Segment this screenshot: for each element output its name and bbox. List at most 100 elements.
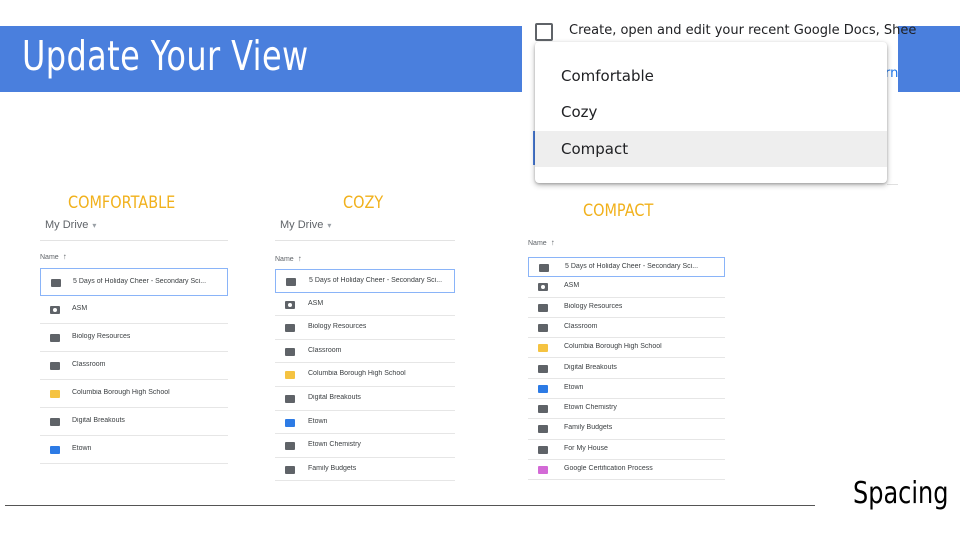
list-item[interactable]: Family Budgets [275,458,455,482]
shared-folder-icon [50,306,60,314]
list-item[interactable]: Columbia Borough High School [275,363,455,387]
comfortable-label: COMFORTABLE [68,193,176,213]
folder-icon [538,384,548,393]
folder-icon [50,446,60,454]
density-option-cozy[interactable]: Cozy [535,94,887,130]
shared-folder-icon [538,283,548,292]
list-item-name: Biology Resources [564,302,623,310]
list-item[interactable]: Family Budgets [528,419,725,440]
list-item-name: ASM [72,305,88,312]
list-item-name: Digital Breakouts [564,363,617,371]
density-option-compact[interactable]: Compact [535,131,887,167]
title-banner: Update Your View [0,26,522,92]
folder-icon [285,442,295,451]
list-item[interactable]: Biology Resources [40,324,228,352]
shared-folder-icon [285,300,295,309]
learn-more-link[interactable]: rn [885,66,898,81]
list-item[interactable]: Classroom [40,352,228,380]
list-item[interactable]: Biology Resources [528,298,725,318]
list-item[interactable]: ASM [40,296,228,324]
folder-icon [50,362,60,370]
folder-icon [285,418,295,427]
list-item-name: Etown [564,383,584,391]
folder-icon [50,418,60,426]
list-item[interactable]: Google Certification Process [528,460,725,481]
list-item[interactable]: Digital Breakouts [528,359,725,379]
folder-icon [285,371,295,380]
offline-setting-row: Create, open and edit your recent Google… [535,23,916,43]
folder-icon [286,278,296,286]
folder-icon [539,264,549,272]
cozy-name-column-header[interactable]: Name ↑ [275,254,302,263]
list-item-name: Etown [72,445,92,452]
list-item-name: ASM [564,282,580,290]
list-item[interactable]: 5 Days of Holiday Cheer - Secondary Sci.… [528,257,725,278]
list-item-name: Columbia Borough High School [564,343,662,351]
list-item-name: Family Budgets [564,424,613,432]
list-item[interactable]: Columbia Borough High School [40,380,228,408]
chevron-down-icon: ▾ [327,221,332,230]
settings-divider [887,184,898,185]
list-item-name: Etown Chemistry [564,404,617,412]
list-item[interactable]: 5 Days of Holiday Cheer - Secondary Sci.… [275,269,455,293]
comfortable-name-column-header[interactable]: Name ↑ [40,252,67,261]
folder-icon [538,445,548,454]
comfortable-my-drive[interactable]: My Drive ▾ [45,219,96,231]
list-item[interactable]: Etown Chemistry [528,399,725,420]
list-item-name: Etown Chemistry [308,441,361,449]
footer-rule [5,505,815,506]
list-item[interactable]: Columbia Borough High School [528,338,725,359]
list-item[interactable]: Digital Breakouts [40,408,228,436]
list-item-name: 5 Days of Holiday Cheer - Secondary Sci.… [565,263,699,270]
list-item[interactable]: Etown Chemistry [275,434,455,458]
list-item[interactable]: ASM [275,293,455,317]
sort-arrow-icon: ↑ [62,252,67,261]
cozy-header-divider [275,240,455,241]
cozy-my-drive[interactable]: My Drive ▾ [280,219,331,231]
list-item[interactable]: Classroom [275,340,455,364]
list-item-name: Biology Resources [308,323,367,331]
list-item[interactable]: Biology Resources [275,316,455,340]
list-item-name: Classroom [308,346,342,354]
sort-arrow-icon: ↑ [297,254,302,263]
density-menu: Comfortable Cozy Compact [535,42,887,183]
list-item-name: Family Budgets [308,464,357,472]
name-header-label: Name [275,256,294,263]
offline-setting-text: Create, open and edit your recent Google… [569,23,917,38]
list-item[interactable]: For My House [528,440,725,460]
folder-icon [538,364,548,373]
list-item-name: Google Certification Process [564,465,653,472]
list-item[interactable]: Etown [528,379,725,400]
folder-icon [285,465,295,474]
list-item-name: 5 Days of Holiday Cheer - Secondary Sci.… [73,278,207,285]
folder-icon [285,395,295,403]
list-item[interactable]: Etown [40,436,228,464]
folder-icon [538,344,548,353]
compact-label: COMPACT [583,201,654,221]
list-item[interactable]: Classroom [528,318,725,339]
list-item[interactable]: 5 Days of Holiday Cheer - Secondary Sci.… [40,268,228,296]
compact-name-column-header[interactable]: Name ↑ [528,238,555,247]
folder-icon [538,425,548,434]
folder-icon [285,347,295,356]
list-item[interactable]: Etown [275,411,455,435]
folder-icon [50,390,60,398]
list-item-name: Columbia Borough High School [72,389,170,396]
my-drive-title: My Drive [45,219,89,231]
list-item[interactable]: ASM [528,277,725,298]
footer-label: Spacing [853,476,949,511]
cozy-label: COZY [343,193,384,213]
chevron-down-icon: ▾ [92,221,97,230]
folder-icon [285,324,295,333]
density-option-comfortable[interactable]: Comfortable [535,58,887,94]
list-item-name: Digital Breakouts [308,394,361,401]
list-item-name: Columbia Borough High School [308,370,406,378]
folder-icon [538,405,548,414]
list-item[interactable]: Digital Breakouts [275,387,455,411]
list-item-name: Biology Resources [72,333,131,340]
list-item-name: For My House [564,444,608,452]
list-item-name: Etown [308,417,328,425]
folder-icon [51,279,61,287]
sort-arrow-icon: ↑ [550,238,555,247]
offline-checkbox[interactable] [535,23,553,41]
